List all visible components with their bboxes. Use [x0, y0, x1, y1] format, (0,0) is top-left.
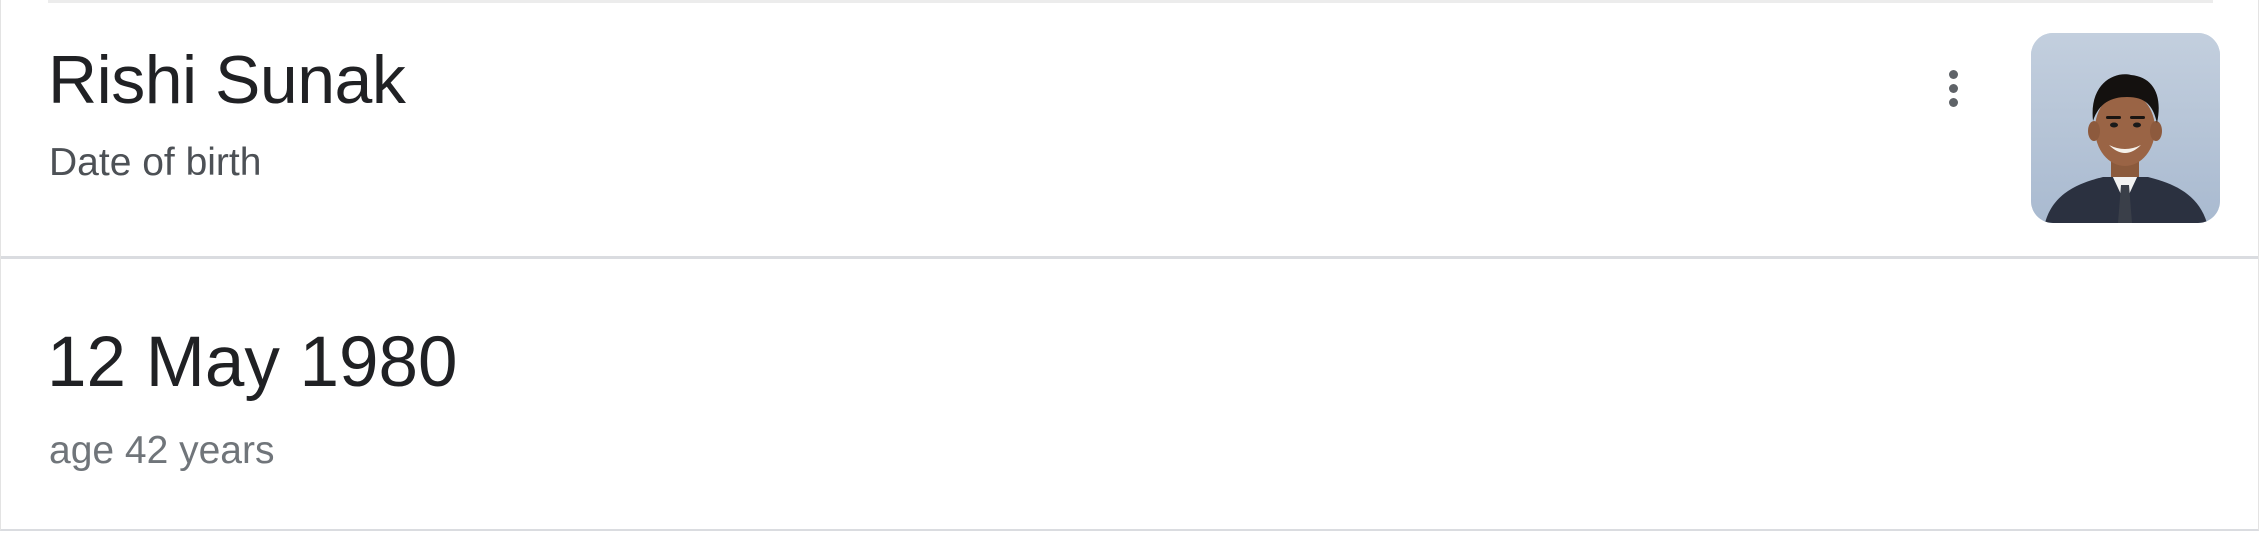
page: Rishi Sunak Date of birth 12 May 1980 ag… — [0, 0, 2261, 533]
age-detail: age 42 years — [49, 429, 275, 472]
knowledge-card: Rishi Sunak Date of birth 12 May 1980 ag… — [0, 0, 2259, 531]
birth-date-value: 12 May 1980 — [47, 323, 458, 402]
more-vert-icon — [1948, 69, 1958, 79]
card-header: Rishi Sunak Date of birth — [1, 0, 2258, 259]
entity-title[interactable]: Rishi Sunak — [48, 38, 406, 122]
attribute-label: Date of birth — [49, 141, 262, 184]
entity-portrait[interactable] — [2031, 33, 2220, 223]
person-portrait-icon — [2031, 33, 2220, 223]
more-options-button[interactable] — [1929, 58, 1977, 118]
